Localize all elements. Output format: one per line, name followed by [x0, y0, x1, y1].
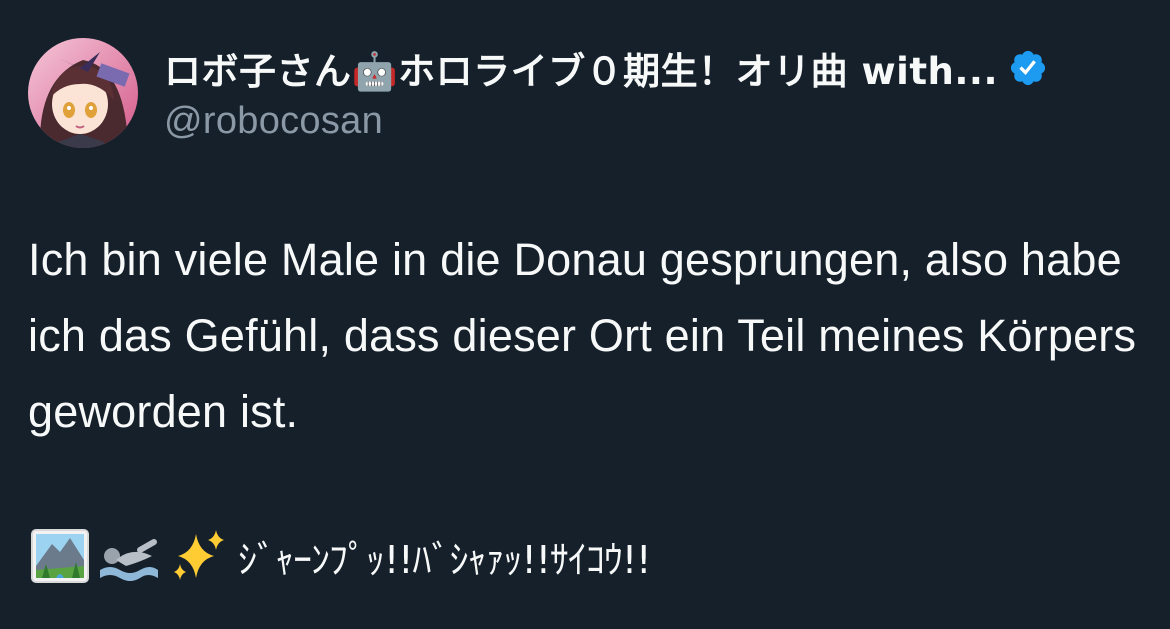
tweet-header: ロボ子さん🤖ホロライブ０期生！オリ曲 with... @robocosan [28, 38, 1048, 148]
verified-badge-icon [1008, 48, 1048, 88]
avatar[interactable] [28, 38, 138, 148]
display-name-row: ロボ子さん🤖ホロライブ０期生！オリ曲 with... [164, 42, 1048, 94]
tweet-emoji-line: ｼﾞｬｰﾝﾌﾟｯ!!ﾊﾞｼｬｧｯ!!ｻｲｺｳ!! [30, 524, 651, 588]
display-name[interactable]: ロボ子さん🤖ホロライブ０期生！オリ曲 with... [164, 41, 998, 95]
sparkles-icon [168, 526, 228, 586]
swimmer-icon [96, 526, 162, 586]
author-names: ロボ子さん🤖ホロライブ０期生！オリ曲 with... @robocosan [164, 42, 1048, 143]
author-handle[interactable]: @robocosan [164, 100, 1048, 143]
national-park-icon [30, 526, 90, 586]
tweet: ロボ子さん🤖ホロライブ０期生！オリ曲 with... @robocosan Ic… [0, 0, 1170, 629]
emoji-caption: ｼﾞｬｰﾝﾌﾟｯ!!ﾊﾞｼｬｧｯ!!ｻｲｺｳ!! [238, 537, 651, 582]
tweet-text: Ich bin viele Male in die Donau gesprung… [28, 234, 1137, 437]
